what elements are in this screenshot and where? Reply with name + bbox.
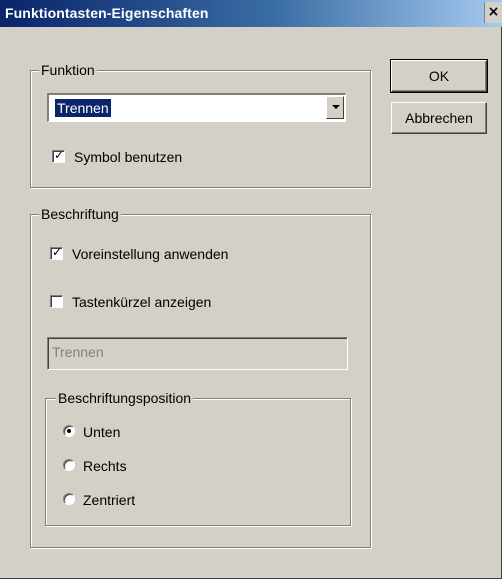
beschriftung-group-legend: Beschriftung [39,206,121,222]
title-bar[interactable]: Funktiontasten-Eigenschaften × [0,0,502,27]
symbol-checkbox[interactable]: ✓ [52,148,65,163]
ok-button-label: OK [428,68,450,84]
ok-button[interactable]: OK [390,59,488,93]
close-button[interactable]: × [484,2,502,23]
combobox-selected-value: Trennen [55,99,111,117]
voreinstellung-checkbox-label: Voreinstellung anwenden [72,246,229,262]
radio-unten[interactable] [63,425,75,437]
chevron-down-icon[interactable] [326,96,344,119]
tastenkuerzel-checkbox-label: Tastenkürzel anzeigen [72,294,212,310]
close-icon: × [487,4,500,20]
funktion-group-legend: Funktion [39,62,97,78]
checkmark-icon: ✓ [54,148,65,162]
radio-zentriert[interactable] [63,493,75,505]
funktion-group: Funktion [30,62,371,188]
radio-unten-label: Unten [83,424,121,440]
cancel-button[interactable]: Abbrechen [391,102,487,134]
function-combobox[interactable]: Trennen [47,93,346,122]
radio-rechts[interactable] [63,459,75,471]
tastenkuerzel-checkbox[interactable] [50,295,63,308]
properties-dialog: Funktiontasten-Eigenschaften × OK Abbrec… [0,0,502,579]
radio-dot-icon [67,429,71,433]
window-title: Funktiontasten-Eigenschaften [5,5,209,21]
radio-zentriert-label: Zentriert [83,492,136,508]
checkmark-icon: ✓ [52,245,63,259]
caption-text-field[interactable]: Trennen [47,337,348,370]
cancel-button-label: Abbrechen [405,110,473,126]
symbol-checkbox-label: Symbol benutzen [74,149,183,165]
position-group-legend: Beschriftungsposition [56,390,194,406]
radio-rechts-label: Rechts [83,458,127,474]
voreinstellung-checkbox[interactable]: ✓ [50,245,63,260]
